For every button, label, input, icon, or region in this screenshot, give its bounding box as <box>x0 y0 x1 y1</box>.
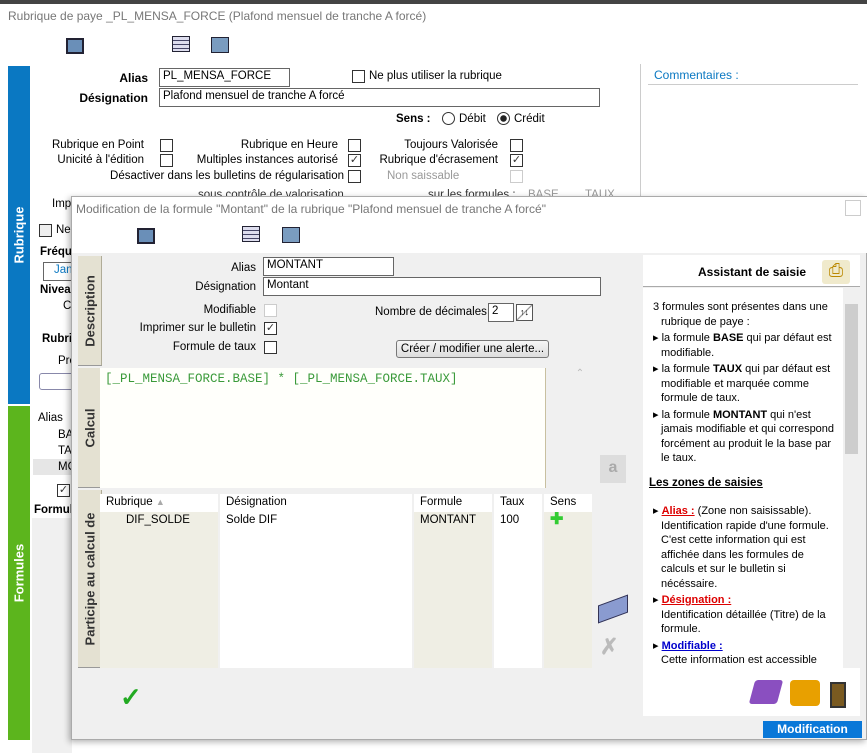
alias-input[interactable]: PL_MENSA_FORCE <box>159 68 290 87</box>
partial-checkbox[interactable]: ✓ <box>57 484 70 497</box>
imprimer-label: Imprimer sur le bulletin <box>139 322 256 334</box>
help-link-modifiable[interactable]: Modifiable : <box>662 640 723 652</box>
partial-text: Nivea <box>40 284 71 296</box>
decimales-label: Nombre de décimales <box>375 306 487 318</box>
partial-text: TA <box>58 445 72 457</box>
ne-plus-label: Ne plus utiliser la rubrique <box>369 70 502 82</box>
sens-label: Sens : <box>396 113 431 125</box>
formule-taux-label: Formule de taux <box>172 341 256 353</box>
formula-editor[interactable] <box>100 368 546 488</box>
debit-label: Débit <box>459 113 486 125</box>
close-button[interactable] <box>845 200 861 216</box>
tab-participe[interactable]: Participe au calcul de <box>78 490 102 668</box>
column-formule[interactable]: Formule <box>414 494 492 512</box>
option-label: Multiples instances autorisé <box>196 154 338 166</box>
printer-icon[interactable]: ⎙ <box>822 260 850 284</box>
partial-text: Ne <box>56 224 71 236</box>
column-taux[interactable]: Taux <box>494 494 542 512</box>
imprimer-checkbox[interactable]: ✓ <box>264 322 277 335</box>
decimales-spinner[interactable]: ↑↓ <box>516 304 533 321</box>
sort-asc-icon: ▲ <box>155 497 165 507</box>
formula-text: [_PL_MENSA_FORCE.BASE] * [_PL_MENSA_FORC… <box>105 372 458 386</box>
status-mode: Modification <box>763 721 862 738</box>
calculator-icon[interactable] <box>242 226 260 242</box>
formula-alias-input[interactable]: MONTANT <box>263 257 394 276</box>
monitor-icon[interactable] <box>137 228 155 244</box>
designation-label: Désignation <box>195 281 256 293</box>
calculator-icon[interactable] <box>172 36 190 52</box>
help-link-designation[interactable]: Désignation : <box>662 594 732 606</box>
option-label: Rubrique en Heure <box>240 139 338 151</box>
copy-screen-icon[interactable] <box>211 37 229 53</box>
help-scrollbar[interactable] <box>843 288 860 668</box>
ne-plus-utiliser-checkbox[interactable] <box>352 70 365 83</box>
decimales-input[interactable]: 2 <box>488 303 514 322</box>
tab-description[interactable]: Description <box>78 256 102 366</box>
partial-text: Fréqu <box>40 246 72 258</box>
option-label: Unicité à l'édition <box>57 154 144 166</box>
monitor-icon[interactable] <box>66 38 84 54</box>
scrollbar[interactable]: ⌃ <box>570 368 590 488</box>
partial-text: Formul <box>34 504 73 516</box>
assistant-title: Assistant de saisie <box>698 265 807 279</box>
option-label: Toujours Valorisée <box>404 139 498 151</box>
column-rubrique[interactable]: Rubrique ▲ <box>100 494 218 512</box>
cell-rubrique: DIF_SOLDE <box>126 514 190 526</box>
exit-door-icon[interactable] <box>830 682 846 708</box>
table-row[interactable]: DIF_SOLDE <box>100 512 218 668</box>
sidebar-tab-formules[interactable]: Formules <box>8 406 30 740</box>
delete-print-icon: ✗ <box>600 634 619 659</box>
radio-debit[interactable] <box>442 112 455 125</box>
dialog-title: Modification de la formule "Montant" de … <box>76 202 546 216</box>
cell-formule: MONTANT <box>420 514 477 526</box>
option-label: Désactiver dans les bulletins de régular… <box>110 170 344 182</box>
option-label: Rubrique en Point <box>51 139 144 151</box>
partial-text: Alias <box>38 412 63 424</box>
designation-input[interactable]: Plafond mensuel de tranche A forcé <box>159 88 600 107</box>
multiples-instances-checkbox[interactable]: ✓ <box>348 154 361 167</box>
sidebar-tab-rubrique[interactable]: Rubrique <box>8 66 30 404</box>
print-icon[interactable] <box>790 680 820 706</box>
rubrique-en-point-checkbox[interactable] <box>160 139 173 152</box>
radio-credit[interactable] <box>497 112 510 125</box>
option-label: Non saissable <box>387 170 460 182</box>
cell-designation: Solde DIF <box>226 514 278 526</box>
modifiable-checkbox <box>264 304 277 317</box>
option-label: Rubrique d'écrasement <box>379 154 498 166</box>
validate-button[interactable]: ✓ <box>120 682 142 713</box>
tab-label: Rubrique <box>11 206 27 264</box>
unicite-checkbox[interactable] <box>160 154 173 167</box>
credit-label: Crédit <box>514 113 545 125</box>
tab-calcul[interactable]: Calcul <box>78 368 102 488</box>
rubrique-en-heure-checkbox[interactable] <box>348 139 361 152</box>
formule-taux-checkbox[interactable] <box>264 341 277 354</box>
alias-label: Alias <box>119 71 148 85</box>
designation-label: Désignation <box>79 91 148 105</box>
alias-label: Alias <box>231 262 256 274</box>
tab-label: Formules <box>11 543 27 603</box>
copy-screen-icon[interactable] <box>282 227 300 243</box>
window-title: Rubrique de paye _PL_MENSA_FORCE (Plafon… <box>8 9 427 23</box>
column-sens[interactable]: Sens <box>544 494 592 512</box>
plus-icon: ✚ <box>550 511 564 528</box>
desactiver-checkbox[interactable] <box>348 170 361 183</box>
rubrique-ecrasement-checkbox[interactable]: ✓ <box>510 154 523 167</box>
toujours-valorisee-checkbox[interactable] <box>510 139 523 152</box>
modifiable-label: Modifiable <box>203 304 256 316</box>
alerte-button[interactable]: Créer / modifier une alerte... <box>396 340 549 358</box>
help-link-alias[interactable]: Alias : <box>662 505 695 517</box>
formula-designation-input[interactable]: Montant <box>263 277 601 296</box>
partial-checkbox[interactable] <box>39 224 52 237</box>
non-saissable-checkbox <box>510 170 523 183</box>
column-designation[interactable]: Désignation <box>220 494 412 512</box>
font-icon[interactable]: a <box>600 455 626 483</box>
assistant-help-text: 3 formules sont présentes dans une rubri… <box>643 288 843 668</box>
partial-text: Rubri <box>42 333 73 345</box>
comments-label: Commentaires : <box>654 68 739 82</box>
cell-taux: 100 <box>500 514 520 526</box>
